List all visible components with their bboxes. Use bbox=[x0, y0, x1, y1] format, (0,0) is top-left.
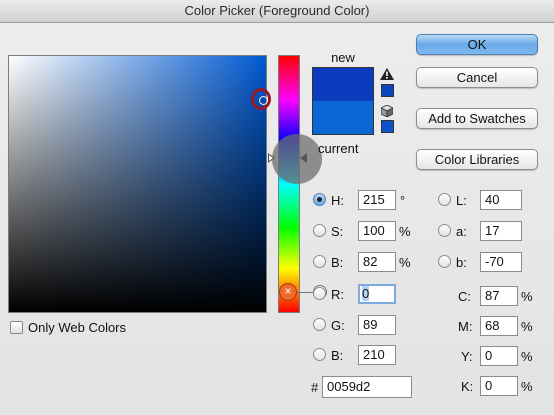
cyan-label: C: bbox=[458, 289, 471, 304]
red-label: R: bbox=[331, 287, 344, 302]
cancel-button[interactable]: Cancel bbox=[416, 67, 538, 88]
yellow-unit: % bbox=[521, 349, 533, 364]
lab-b-field[interactable]: -70 bbox=[480, 252, 522, 272]
window-title: Color Picker (Foreground Color) bbox=[0, 0, 554, 23]
radio-red[interactable] bbox=[313, 287, 326, 300]
hex-field[interactable]: 0059d2 bbox=[322, 376, 412, 398]
web-safe-color-swatch[interactable] bbox=[381, 120, 394, 133]
brightness-label: B: bbox=[331, 255, 344, 270]
red-field-value: 0 bbox=[362, 286, 370, 301]
web-safe-cube-icon[interactable] bbox=[381, 105, 393, 117]
hue-unit: ° bbox=[400, 193, 406, 208]
color-preview-swatch[interactable] bbox=[312, 67, 374, 135]
blue-field[interactable]: 210 bbox=[358, 345, 396, 365]
brightness-unit: % bbox=[399, 255, 411, 270]
lightness-field[interactable]: 40 bbox=[480, 190, 522, 210]
brightness-field[interactable]: 82 bbox=[358, 252, 396, 272]
saturation-label: S: bbox=[331, 224, 344, 239]
current-label: current bbox=[318, 141, 359, 156]
new-label: new bbox=[331, 50, 355, 65]
hue-slider-right-arrow-icon[interactable] bbox=[300, 153, 307, 163]
lightness-label: L: bbox=[456, 193, 467, 208]
radio-saturation[interactable] bbox=[313, 224, 326, 237]
only-web-colors-checkbox[interactable] bbox=[10, 321, 23, 334]
green-label: G: bbox=[331, 318, 345, 333]
yellow-label: Y: bbox=[461, 349, 473, 364]
radio-brightness[interactable] bbox=[313, 255, 326, 268]
lab-a-field[interactable]: 17 bbox=[480, 221, 522, 241]
magenta-unit: % bbox=[521, 319, 533, 334]
saturation-unit: % bbox=[399, 224, 411, 239]
lab-b-label: b: bbox=[456, 255, 467, 270]
saturation-field[interactable]: 100 bbox=[358, 221, 396, 241]
red-field[interactable]: 0 bbox=[358, 284, 396, 304]
color-libraries-button[interactable]: Color Libraries bbox=[416, 149, 538, 170]
lab-a-label: a: bbox=[456, 224, 467, 239]
magenta-field[interactable]: 68 bbox=[480, 316, 518, 336]
radio-lab-b[interactable] bbox=[438, 255, 451, 268]
current-color-swatch[interactable] bbox=[313, 101, 373, 134]
color-picker-window: Color Picker (Foreground Color) × new cu… bbox=[0, 0, 554, 415]
green-field[interactable]: 89 bbox=[358, 315, 396, 335]
saturation-brightness-field[interactable] bbox=[8, 55, 267, 313]
hue-slider-highlight bbox=[272, 134, 322, 184]
hue-slider[interactable] bbox=[278, 55, 300, 313]
radio-blue[interactable] bbox=[313, 348, 326, 361]
radio-lab-a[interactable] bbox=[438, 224, 451, 237]
radio-green[interactable] bbox=[313, 318, 326, 331]
hue-slider-knob-icon[interactable]: × bbox=[279, 283, 297, 301]
add-to-swatches-button[interactable]: Add to Swatches bbox=[416, 108, 538, 129]
hex-label: # bbox=[311, 380, 319, 395]
field-picker-marker[interactable] bbox=[251, 88, 271, 110]
radio-lightness[interactable] bbox=[438, 193, 451, 206]
black-unit: % bbox=[521, 379, 533, 394]
cyan-field[interactable]: 87 bbox=[480, 286, 518, 306]
hue-field[interactable]: 215 bbox=[358, 190, 396, 210]
blue-label: B: bbox=[331, 348, 344, 363]
yellow-field[interactable]: 0 bbox=[480, 346, 518, 366]
ok-button[interactable]: OK bbox=[416, 34, 538, 55]
out-of-gamut-warning-icon[interactable] bbox=[380, 68, 394, 80]
radio-hue[interactable] bbox=[313, 193, 326, 206]
magenta-label: M: bbox=[458, 319, 473, 334]
only-web-colors-label: Only Web Colors bbox=[28, 320, 127, 335]
new-color-swatch bbox=[313, 68, 373, 101]
cyan-unit: % bbox=[521, 289, 533, 304]
hue-slider-left-arrow-icon[interactable] bbox=[268, 153, 275, 163]
black-field[interactable]: 0 bbox=[480, 376, 518, 396]
black-label: K: bbox=[461, 379, 474, 394]
gamut-color-swatch[interactable] bbox=[381, 84, 394, 97]
hue-label: H: bbox=[331, 193, 344, 208]
